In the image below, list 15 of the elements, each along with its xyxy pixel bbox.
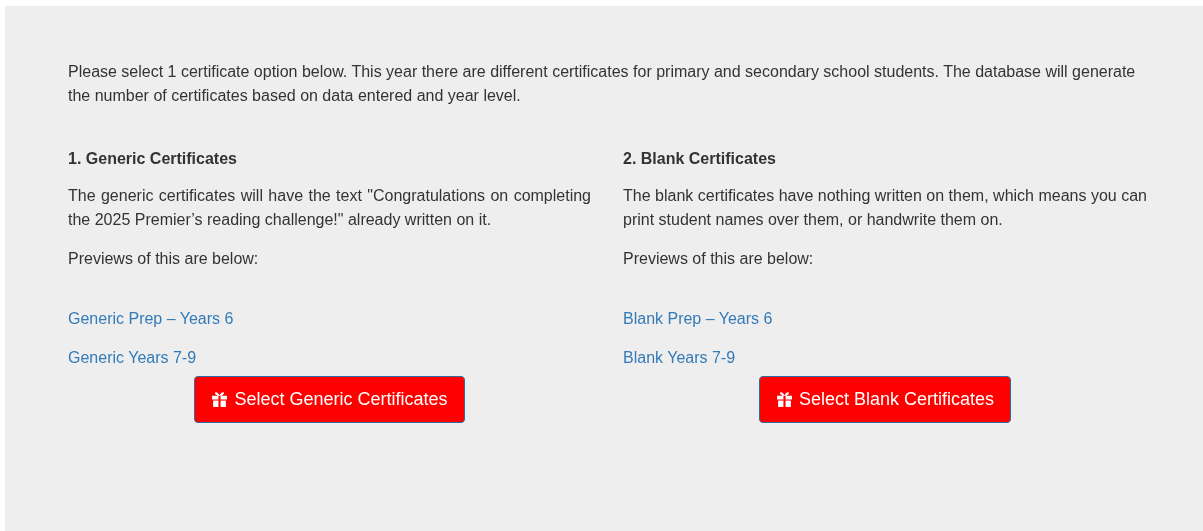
preview-link[interactable]: Blank Prep – Years 6 xyxy=(623,307,773,331)
select-button[interactable]: Select Generic Certificates xyxy=(194,376,465,423)
description-text: The blank certificates have nothing written on them, which means you can print student names over them, or handwrite them on. xyxy=(623,186,1147,230)
section-heading: 2. Blank Certificates xyxy=(623,149,777,169)
previews-label: Previews of this are below: xyxy=(68,249,260,269)
description-text: The generic certificates will have the text "Congratulations on completing the 2025 Premier’s reading challenge!" already written on it. xyxy=(68,186,591,230)
section-heading: 1. Generic Certificates xyxy=(68,149,238,169)
intro-text: Please select 1 certificate option below. This year there are different certificates for primary and secondary school students. The database will generate the number of certificates based on data entered and year level. xyxy=(68,62,1137,106)
gift-icon xyxy=(775,390,793,408)
select-button[interactable]: Select Blank Certificates xyxy=(758,376,1012,423)
preview-link[interactable]: Blank Years 7-9 xyxy=(623,346,736,370)
preview-link[interactable]: Generic Years 7-9 xyxy=(68,346,197,370)
previews-label: Previews of this are below: xyxy=(623,249,815,269)
preview-link[interactable]: Generic Prep – Years 6 xyxy=(68,307,234,331)
gift-icon xyxy=(211,390,229,408)
